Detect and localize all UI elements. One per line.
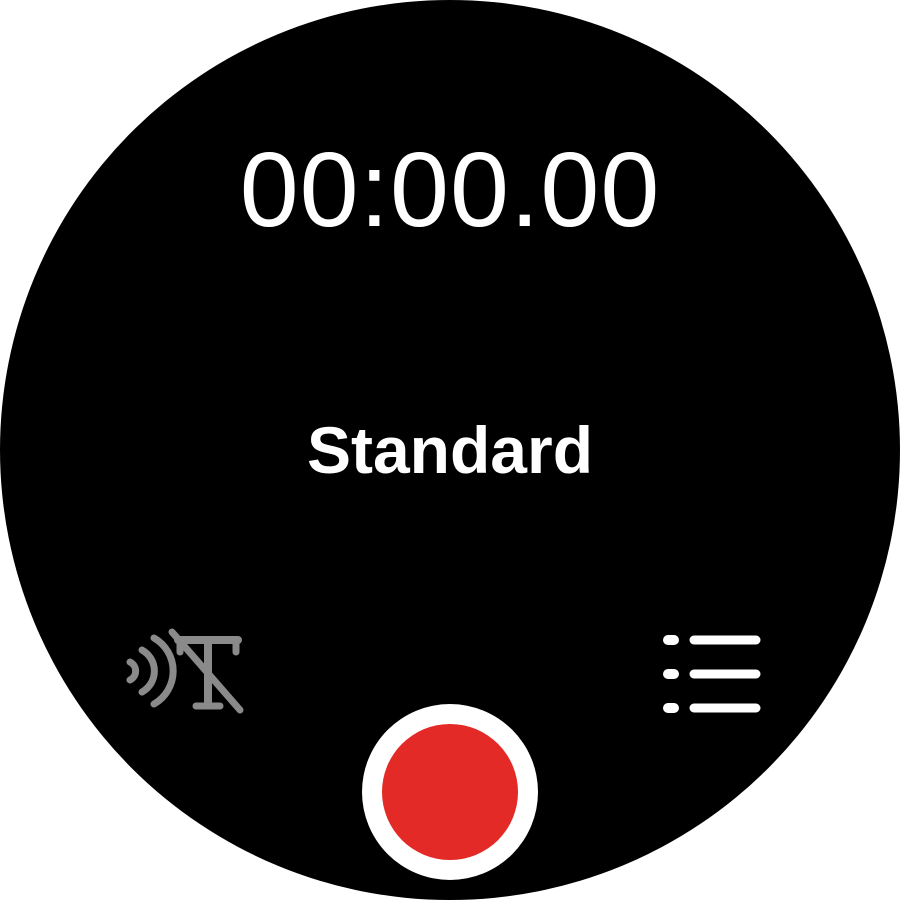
recording-timer: 00:00.00 [239, 131, 661, 249]
speech-to-text-off-icon [126, 628, 244, 714]
record-button[interactable] [362, 704, 538, 880]
watch-face: 00:00.00 Standard [0, 0, 900, 900]
speech-to-text-toggle-button[interactable] [118, 618, 254, 718]
record-icon [382, 724, 518, 860]
recording-mode-label[interactable]: Standard [0, 410, 900, 490]
list-icon [663, 635, 761, 713]
recordings-list-button[interactable] [660, 626, 766, 722]
